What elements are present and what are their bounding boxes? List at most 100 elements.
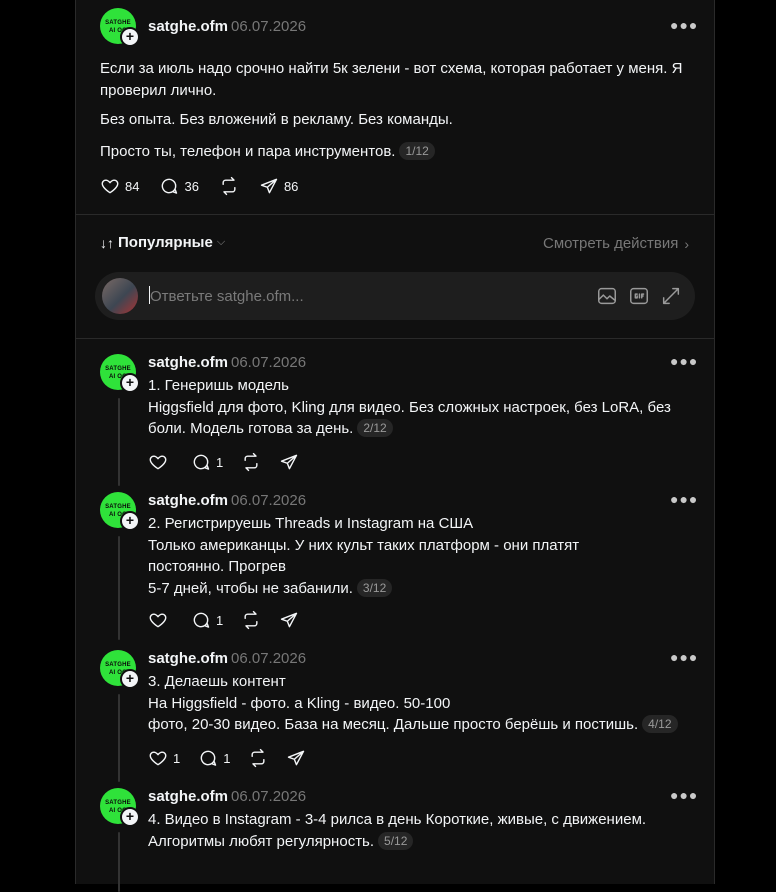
thread-pager: 3/12 (356, 578, 393, 597)
sort-dropdown[interactable]: ↓↑ Популярные ⌵ (100, 234, 225, 251)
more-icon[interactable]: ●●● (670, 491, 698, 507)
more-icon[interactable]: ●●● (670, 17, 698, 33)
share-icon (288, 750, 305, 766)
follow-plus-icon[interactable]: + (120, 373, 140, 393)
reply-text-line: 1. Генеришь модель (148, 375, 698, 397)
follow-plus-icon[interactable]: + (120, 669, 140, 689)
reply-text: фото, 20-30 видео. База на месяц. Дальше… (148, 716, 639, 733)
reply-text: 5-7 дней, чтобы не забанили. (148, 579, 353, 597)
share-button[interactable] (279, 610, 299, 630)
follow-plus-icon[interactable]: + (120, 807, 140, 827)
comment-button[interactable]: 36 (159, 176, 199, 196)
view-activity-label: Смотреть действия (543, 235, 679, 252)
share-button[interactable] (286, 748, 306, 768)
reply-date[interactable]: 06.07.2026 (231, 492, 306, 509)
repost-button[interactable] (248, 748, 268, 768)
thread-line (118, 694, 120, 782)
reply-username[interactable]: satghe.ofm (148, 650, 228, 667)
comment-icon (193, 612, 210, 628)
reply-text-line: Только американцы. У них культ таких пла… (148, 535, 698, 557)
post-paragraph-2: Без опыта. Без вложений в рекламу. Без к… (100, 111, 453, 128)
heart-icon (149, 751, 167, 766)
post-paragraph-3-text: Просто ты, телефон и пара инструментов. (100, 143, 396, 160)
reply-actions: 1 (148, 452, 299, 472)
repost-button[interactable] (219, 176, 239, 196)
attach-gif-button[interactable] (628, 285, 650, 312)
more-icon[interactable]: ●●● (670, 353, 698, 369)
like-count: 84 (125, 178, 140, 194)
comment-button[interactable]: 1 (198, 748, 230, 768)
comment-button[interactable]: 1 (191, 610, 223, 630)
like-button[interactable] (148, 452, 173, 472)
comment-button[interactable]: 1 (191, 452, 223, 472)
like-button[interactable]: 1 (148, 748, 180, 768)
comment-count: 1 (216, 612, 224, 628)
follow-plus-icon[interactable]: + (120, 27, 140, 47)
reply-text-line: На Higgsfield - фото. а Kling - видео. 5… (148, 693, 698, 715)
like-button[interactable] (148, 610, 173, 630)
post-username[interactable]: satghe.ofm (148, 18, 228, 35)
expand-composer-button[interactable] (660, 285, 682, 312)
divider (76, 338, 714, 339)
chevron-down-icon: ⌵ (216, 236, 226, 248)
sort-arrows-icon: ↓↑ (100, 234, 114, 251)
reply-text: Только американцы. У них культ таких пла… (148, 536, 580, 554)
post-paragraph-3: Просто ты, телефон и пара инструментов. 1… (100, 141, 690, 163)
post-paragraph-1: Если за июль надо срочно найти 5к зелени… (100, 60, 683, 99)
reply-text: постоянно. Прогрев (148, 558, 286, 575)
thread-line (118, 536, 120, 640)
reply-username[interactable]: satghe.ofm (148, 788, 228, 805)
repost-button[interactable] (241, 452, 261, 472)
reply-text-line: 3. Делаешь контент (148, 671, 698, 693)
sort-label: Популярные (118, 234, 213, 251)
comment-count: 1 (216, 454, 224, 470)
reply-text: 2. Регистрируешь Threads и Instagram на … (148, 515, 474, 532)
reply-text: На Higgsfield - фото. а Kling - видео. 5… (148, 694, 451, 712)
reply-date[interactable]: 06.07.2026 (231, 650, 306, 667)
like-button[interactable]: 84 (100, 176, 139, 196)
like-count: 1 (173, 750, 181, 766)
heart-icon (101, 179, 119, 194)
reply-composer (95, 272, 695, 320)
reply-text-line: Higgsfield для фото, Kling для видео. Бе… (148, 397, 698, 419)
post-date[interactable]: 06.07.2026 (231, 18, 306, 35)
reply-text: 1. Генеришь модель (148, 377, 289, 394)
reply-text-line: боли. Модель готова за день. 2/12 (148, 418, 698, 440)
reply-username[interactable]: satghe.ofm (148, 492, 228, 509)
reply-username[interactable]: satghe.ofm (148, 354, 228, 371)
repost-icon (244, 610, 258, 630)
reply-text: 3. Делаешь контент (148, 673, 286, 690)
reply-text: Алгоритмы любят регулярность. (148, 832, 375, 850)
share-icon (281, 612, 298, 628)
reply-text-line: 2. Регистрируешь Threads и Instagram на … (148, 513, 698, 535)
repost-icon (244, 452, 258, 472)
view-activity-link[interactable]: Смотреть действия › (543, 235, 689, 252)
divider (76, 214, 714, 215)
reply-text-line: 5-7 дней, чтобы не забанили. 3/12 (148, 578, 698, 600)
follow-plus-icon[interactable]: + (120, 511, 140, 531)
reply-date[interactable]: 06.07.2026 (231, 354, 306, 371)
comment-icon (200, 750, 217, 766)
reply-text-line: фото, 20-30 видео. База на месяц. Дальше… (148, 714, 698, 736)
thread-pager: 4/12 (642, 715, 678, 733)
reply-text-line: 4. Видео в Instagram - 3-4 рилса в день … (148, 809, 698, 831)
attach-image-button[interactable] (596, 285, 618, 312)
reply-text: 4. Видео в Instagram - 3-4 рилса в день … (148, 811, 647, 828)
gif-icon (630, 287, 648, 305)
reply-actions: 11 (148, 748, 306, 768)
chevron-right-icon: › (684, 235, 690, 252)
comment-count: 1 (223, 750, 231, 766)
comment-count: 36 (184, 178, 199, 194)
share-button[interactable]: 86 (259, 176, 298, 196)
reply-text: Higgsfield для фото, Kling для видео. Бе… (148, 398, 671, 416)
comment-icon (162, 178, 178, 194)
user-avatar (102, 278, 138, 314)
thread-pager: 2/12 (357, 419, 393, 437)
more-icon[interactable]: ●●● (670, 787, 698, 803)
more-icon[interactable]: ●●● (670, 649, 698, 665)
reply-input[interactable] (150, 286, 530, 306)
reply-date[interactable]: 06.07.2026 (231, 788, 306, 805)
reply-text-line: постоянно. Прогрев (148, 556, 698, 578)
repost-button[interactable] (241, 610, 261, 630)
share-button[interactable] (279, 452, 299, 472)
